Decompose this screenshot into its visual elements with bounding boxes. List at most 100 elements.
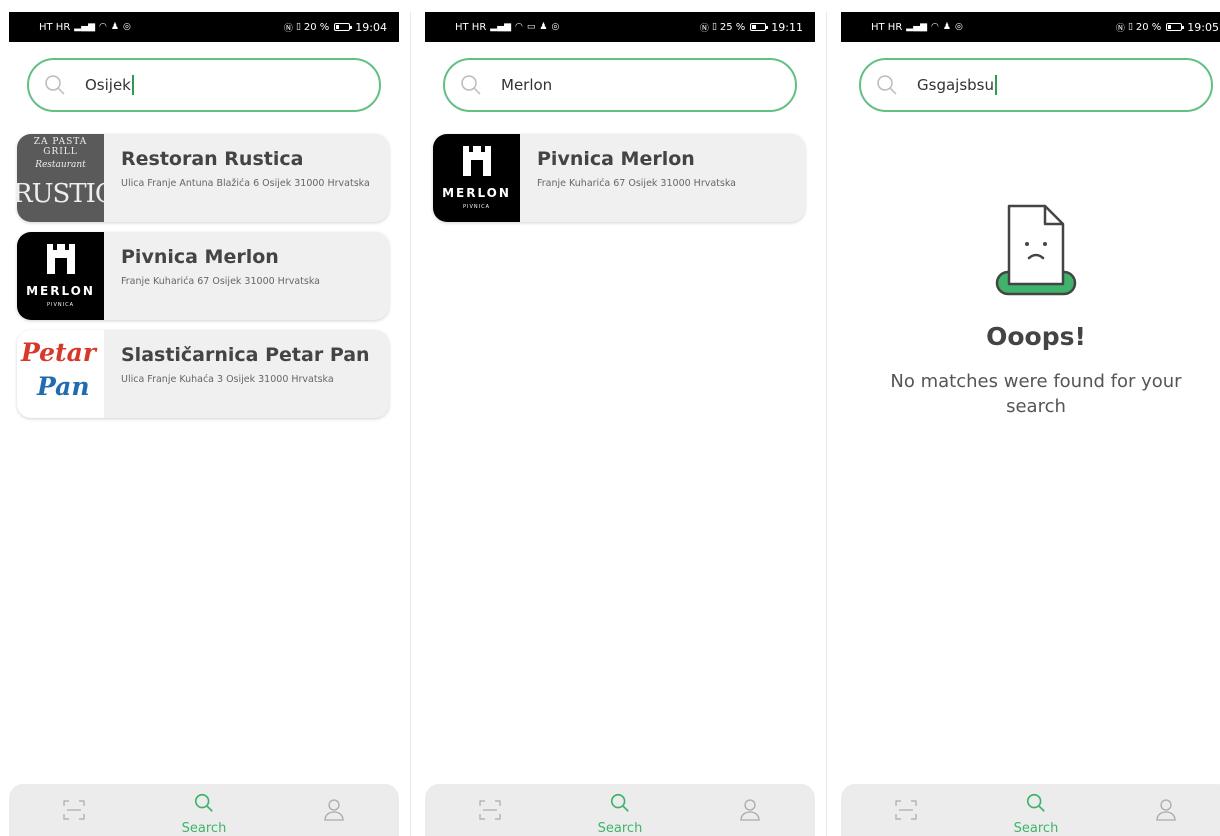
vibrate-icon: ▯	[711, 22, 717, 32]
castle-icon	[463, 146, 491, 176]
carrier-label: HT HR	[455, 21, 487, 33]
result-name: Slastičarnica Petar Pan	[121, 344, 370, 366]
search-bar[interactable]: Gsgajsbsu	[859, 58, 1213, 112]
text-cursor	[131, 75, 134, 95]
instagram-icon: ◎	[122, 22, 131, 32]
result-address: Ulica Franje Kuhaća 3 Osijek 31000 Hrvat…	[121, 374, 334, 385]
empty-title: Ooops!	[986, 322, 1086, 351]
merlon-logo: MERLON PIVNICA	[17, 232, 104, 320]
laptop-icon: ▭	[526, 22, 536, 32]
status-bar: HT HR ▂▄▆ ◠ ♟ ◎ Ⓝ ▯ 20 % 19:05	[841, 12, 1220, 42]
search-input[interactable]: Gsgajsbsu	[917, 75, 997, 95]
snapchat-icon: ♟	[942, 22, 951, 32]
divider	[826, 12, 827, 836]
bottom-nav: Search	[9, 784, 399, 836]
nfc-icon: Ⓝ	[283, 23, 293, 34]
nav-search-label: Search	[181, 821, 227, 836]
carrier-label: HT HR	[39, 21, 71, 33]
logo-text: PIVNICA	[462, 204, 491, 210]
vibrate-icon: ▯	[295, 22, 301, 32]
rustica-logo: ZA PASTA GRILL Restaurant RUSTICA	[17, 134, 104, 222]
empty-state: Ooops! No matches were found for your se…	[841, 202, 1220, 419]
battery-percent: 20 %	[303, 21, 330, 33]
bottom-nav: Search	[841, 784, 1220, 836]
nav-search[interactable]: Search	[580, 784, 660, 836]
scan-icon	[479, 800, 501, 820]
nfc-icon: Ⓝ	[699, 23, 709, 34]
nav-profile[interactable]	[710, 784, 790, 836]
nav-search[interactable]: Search	[164, 784, 244, 836]
bottom-nav: Search	[425, 784, 815, 836]
clock: 19:05	[1187, 20, 1219, 34]
result-address: Franje Kuharića 67 Osijek 31000 Hrvatska	[121, 276, 320, 287]
nav-profile[interactable]	[294, 784, 374, 836]
battery-icon	[334, 23, 353, 31]
search-input[interactable]: Osijek	[85, 75, 134, 95]
result-address: Ulica Franje Antuna Blažića 6 Osijek 310…	[121, 178, 370, 189]
result-card[interactable]: MERLON PIVNICA Pivnica Merlon Franje Kuh…	[17, 232, 389, 320]
nfc-icon: Ⓝ	[1115, 23, 1125, 34]
signal-icon: ▂▄▆	[490, 22, 512, 32]
search-query: Osijek	[85, 76, 131, 94]
search-bar[interactable]: Merlon	[443, 58, 797, 112]
nav-search-label: Search	[1013, 821, 1059, 836]
result-card[interactable]: MERLON PIVNICA Pivnica Merlon Franje Kuh…	[433, 134, 805, 222]
wifi-icon: ◠	[931, 22, 939, 32]
castle-icon	[47, 244, 75, 274]
nav-scan[interactable]	[866, 784, 946, 836]
user-icon	[324, 799, 344, 821]
search-bar[interactable]: Osijek	[27, 58, 381, 112]
nav-profile[interactable]	[1126, 784, 1206, 836]
logo-text: ZA PASTA GRILL	[33, 137, 88, 157]
merlon-logo: MERLON PIVNICA	[433, 134, 520, 222]
search-icon	[877, 75, 897, 95]
search-input[interactable]: Merlon	[501, 76, 552, 94]
snapchat-icon: ♟	[539, 22, 548, 32]
nav-scan[interactable]	[450, 784, 530, 836]
result-address: Franje Kuharića 67 Osijek 31000 Hrvatska	[537, 178, 736, 189]
signal-icon: ▂▄▆	[74, 22, 96, 32]
logo-text: PIVNICA	[46, 302, 75, 308]
search-icon	[194, 793, 213, 812]
status-bar: HT HR ▂▄▆ ◠ ♟ ◎ Ⓝ ▯ 20 % 19:04	[9, 12, 399, 42]
wifi-icon: ◠	[515, 22, 523, 32]
nav-search-label: Search	[597, 821, 643, 836]
search-query: Gsgajsbsu	[917, 76, 994, 94]
battery-icon	[750, 23, 769, 31]
empty-message: No matches were found for your search	[890, 371, 1182, 417]
result-name: Restoran Rustica	[121, 148, 304, 170]
petar-pan-logo: Petar Pan	[17, 330, 104, 418]
result-name: Pivnica Merlon	[121, 246, 279, 268]
wifi-icon: ◠	[99, 22, 107, 32]
nav-scan[interactable]	[34, 784, 114, 836]
user-icon	[740, 799, 760, 821]
logo-text: Pan	[37, 372, 90, 401]
result-card[interactable]: Petar Pan Slastičarnica Petar Pan Ulica …	[17, 330, 389, 418]
result-name: Pivnica Merlon	[537, 148, 695, 170]
screen-search-results: HT HR ▂▄▆ ◠ ▭ ♟ ◎ Ⓝ ▯ 25 % 19:11 Merlon …	[425, 12, 815, 836]
status-bar: HT HR ▂▄▆ ◠ ▭ ♟ ◎ Ⓝ ▯ 25 % 19:11	[425, 12, 815, 42]
carrier-label: HT HR	[871, 21, 903, 33]
result-card[interactable]: ZA PASTA GRILL Restaurant RUSTICA Restor…	[17, 134, 389, 222]
logo-text: RUSTICA	[17, 179, 104, 209]
search-icon	[461, 75, 481, 95]
divider	[410, 12, 411, 836]
battery-icon	[1166, 23, 1185, 31]
vibrate-icon: ▯	[1127, 22, 1133, 32]
search-icon	[45, 75, 65, 95]
instagram-icon: ◎	[551, 22, 560, 32]
clock: 19:04	[355, 20, 387, 34]
screen-no-results: HT HR ▂▄▆ ◠ ♟ ◎ Ⓝ ▯ 20 % 19:05 Gsgajsbsu…	[841, 12, 1220, 836]
search-icon	[610, 793, 629, 812]
nav-search[interactable]: Search	[996, 784, 1076, 836]
clock: 19:11	[771, 20, 803, 34]
screen-search-results: HT HR ▂▄▆ ◠ ♟ ◎ Ⓝ ▯ 20 % 19:04 Osijek ZA…	[9, 12, 399, 836]
search-query: Merlon	[501, 76, 553, 94]
scan-icon	[63, 800, 85, 820]
instagram-icon: ◎	[954, 22, 963, 32]
search-icon	[1026, 793, 1045, 812]
logo-text: MERLON	[26, 284, 95, 298]
battery-percent: 20 %	[1135, 21, 1162, 33]
logo-text: Petar	[21, 338, 96, 367]
snapchat-icon: ♟	[110, 22, 119, 32]
